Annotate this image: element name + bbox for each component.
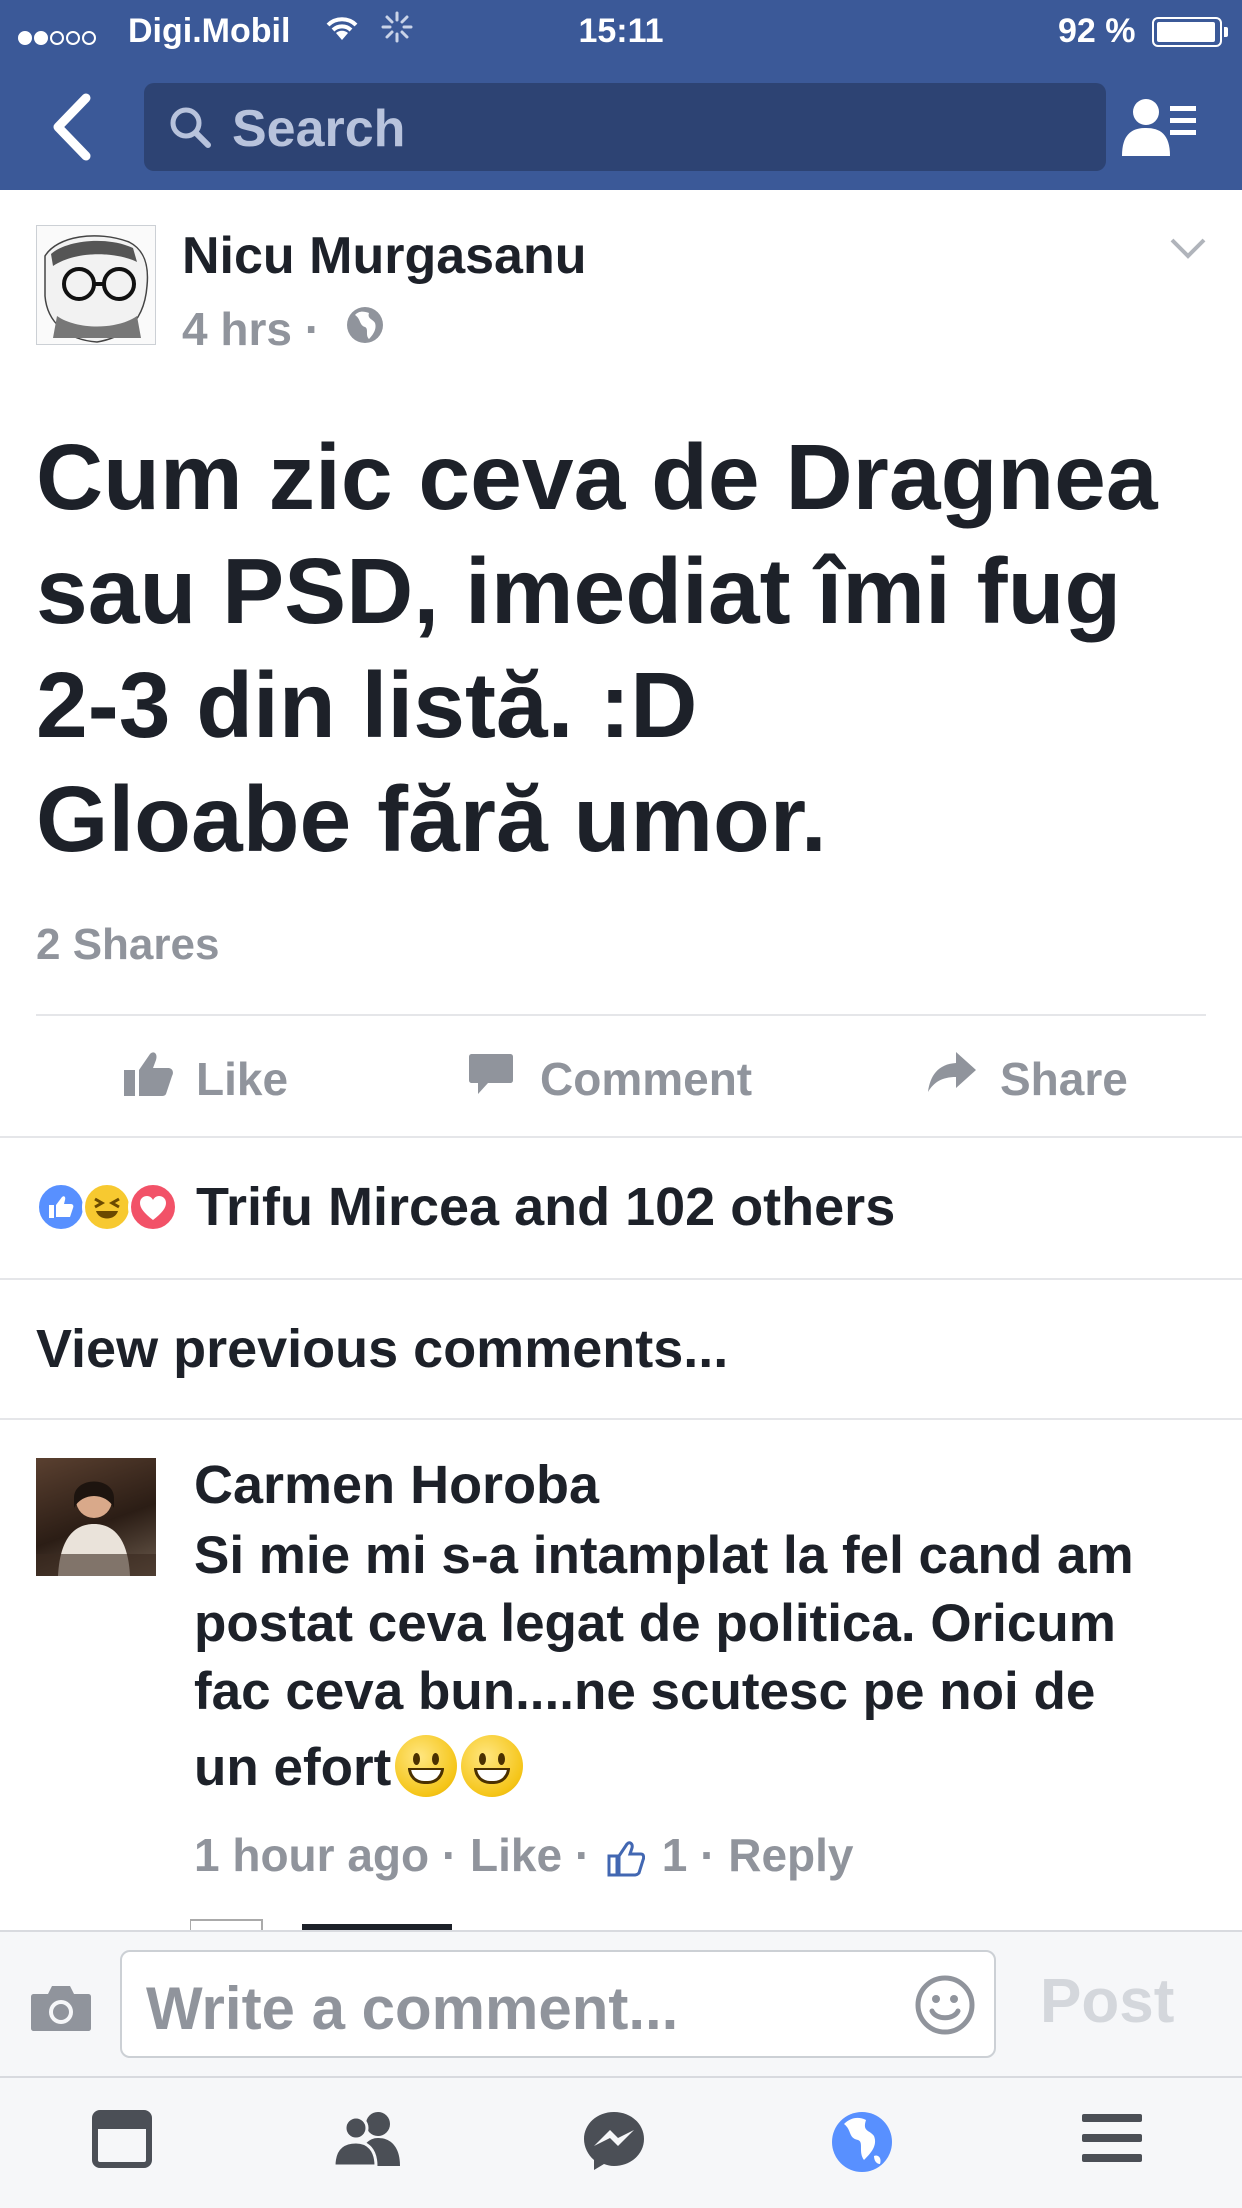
post-options-button[interactable] [1168, 236, 1208, 267]
comment-text-line: Si mie mi s-a intamplat la fel cand am [194, 1526, 1134, 1585]
comment-reply-link[interactable]: Reply [728, 1829, 853, 1881]
comment-text: Si mie mi s-a intamplat la fel cand am p… [194, 1522, 1214, 1802]
commenter-avatar[interactable] [36, 1458, 156, 1576]
meta-dot: · [574, 1829, 591, 1881]
chevron-left-icon [53, 93, 91, 161]
meta-separator: · [304, 303, 321, 355]
comment-input[interactable]: Write a comment... [120, 1950, 996, 2058]
search-icon [168, 105, 212, 154]
view-previous-comments-link[interactable]: View previous comments... [36, 1318, 728, 1380]
avatar-sketch-image [44, 235, 149, 343]
divider [0, 1136, 1242, 1138]
comment-meta: 1 hour ago · Like · 1 · Reply [194, 1828, 853, 1888]
battery-icon [1152, 17, 1228, 47]
haha-reaction-icon [82, 1182, 132, 1232]
comment-author-name[interactable]: Carmen Horoba [194, 1454, 599, 1516]
post-text-line: Cum zic ceva de Dragnea [36, 425, 1158, 529]
search-placeholder: Search [232, 100, 406, 158]
tab-messenger[interactable] [582, 2110, 646, 2177]
author-avatar[interactable] [36, 225, 156, 345]
comment-like-count[interactable]: 1 [662, 1829, 688, 1881]
camera-icon [31, 1986, 91, 2031]
hamburger-menu-icon [1082, 2114, 1142, 2162]
post-author-name[interactable]: Nicu Murgasanu [182, 226, 587, 286]
divider [36, 1014, 1206, 1016]
comment-text-line: un efort [194, 1738, 392, 1797]
friends-icon [332, 2112, 400, 2168]
news-feed-icon [92, 2110, 152, 2168]
divider [0, 1278, 1242, 1280]
divider [0, 1418, 1242, 1420]
like-button[interactable]: Like [122, 1048, 322, 1108]
share-label: Share [1000, 1053, 1128, 1105]
status-bar: Digi.Mobil 15:11 92 % [0, 0, 1242, 62]
share-button[interactable]: Share [926, 1048, 1146, 1108]
clock: 15:11 [578, 12, 664, 50]
camera-button[interactable] [30, 1982, 92, 2037]
shares-count[interactable]: 2 Shares [36, 920, 219, 970]
post-text-line: sau PSD, imediat îmi fug [36, 539, 1122, 643]
friend-requests-button[interactable] [1120, 96, 1200, 160]
post-text-line: 2-3 din listă. :D [36, 653, 698, 757]
comment-like-link[interactable]: Like [470, 1829, 562, 1881]
post-time[interactable]: 4 hrs [182, 303, 292, 355]
chevron-down-icon [1170, 238, 1206, 259]
thumbs-up-icon [124, 1052, 173, 1096]
post-meta: 4 hrs · [182, 302, 385, 360]
post-text: Cum zic ceva de Dragnea sau PSD, imediat… [36, 420, 1216, 876]
share-arrow-icon [928, 1052, 976, 1092]
thumbs-up-outline-icon [607, 1834, 646, 1888]
like-label: Like [196, 1053, 289, 1105]
comment-bubble-icon [469, 1054, 513, 1094]
globe-icon [832, 2112, 892, 2172]
tab-friends[interactable] [332, 2110, 404, 2173]
like-reaction-icon [36, 1182, 86, 1232]
smiley-icon [915, 1975, 975, 2035]
grinning-emoji-icon [395, 1735, 458, 1797]
messenger-icon [584, 2112, 644, 2170]
search-input[interactable]: Search [144, 83, 1106, 171]
sticker-button[interactable] [914, 1974, 976, 2041]
back-button[interactable] [48, 92, 98, 162]
battery-percent: 92 % [1058, 12, 1136, 50]
friend-list-icon [1122, 99, 1196, 156]
post-comment-button[interactable]: Post [1040, 1966, 1174, 2037]
globe-icon [345, 302, 385, 356]
grinning-emoji-icon [461, 1735, 524, 1797]
comment-text-line: fac ceva bun....ne scutesc pe noi de [194, 1662, 1096, 1721]
avatar-photo-image [36, 1481, 156, 1576]
tab-news-feed[interactable] [92, 2110, 152, 2173]
reactions-text[interactable]: Trifu Mircea and 102 others [196, 1176, 895, 1238]
comment-label: Comment [540, 1053, 753, 1105]
post-text-line: Gloabe fără umor. [36, 767, 827, 871]
tab-menu[interactable] [1080, 2110, 1144, 2171]
comment-text-line: postat ceva legat de politica. Oricum [194, 1594, 1116, 1653]
love-reaction-icon [128, 1182, 178, 1232]
comment-time[interactable]: 1 hour ago [194, 1829, 429, 1881]
meta-dot: · [700, 1829, 716, 1881]
comment-button[interactable]: Comment [468, 1048, 788, 1108]
top-bar: Digi.Mobil 15:11 92 % Search [0, 0, 1242, 190]
meta-dot: · [441, 1829, 458, 1881]
bottom-tab-bar [0, 2076, 1242, 2208]
tab-notifications[interactable] [830, 2110, 894, 2179]
comment-text-line-last: un efort [194, 1734, 1214, 1802]
divider [0, 1930, 1242, 1932]
comment-placeholder: Write a comment... [146, 1975, 679, 2042]
